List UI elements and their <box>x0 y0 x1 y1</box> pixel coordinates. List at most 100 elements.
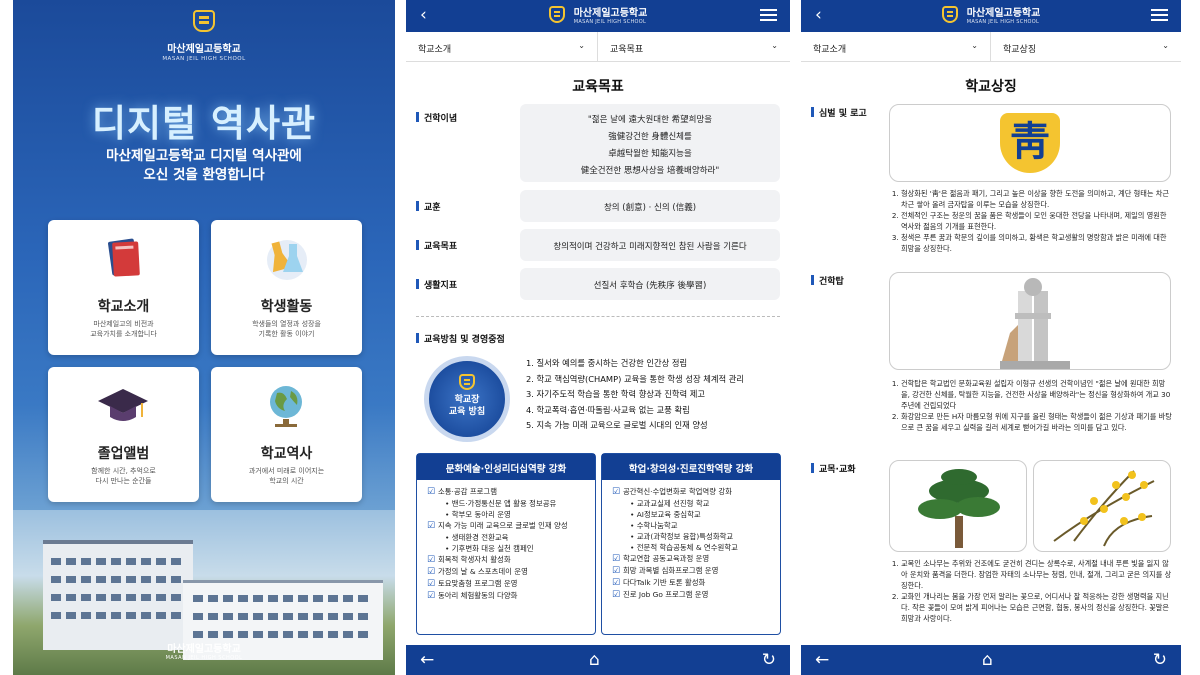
life-box: 선질서 후학습 (先秩序 後學習) <box>520 268 780 300</box>
header-logo: 마산제일고등학교 MASAN JEIL HIGH SCHOOL <box>406 4 790 25</box>
refresh-icon[interactable]: ↻ <box>1153 650 1167 670</box>
policy-emblem-text: 교육 방침 <box>448 407 486 417</box>
book-icon <box>108 238 140 277</box>
section-label: 건학이념 <box>416 111 457 124</box>
chevron-down-icon: ⌄ <box>971 41 978 50</box>
crest-icon <box>459 374 475 390</box>
description-item: 교목인 소나무는 추위와 건조에도 굳건히 견디는 상록수로, 사계절 내내 푸… <box>901 558 1173 591</box>
program-item: 다다Talk 기반 토론 활성화 <box>612 577 780 589</box>
header-logo: 마산제일고등학교 MASAN JEIL HIGH SCHOOL <box>801 4 1181 25</box>
program-list: 공간혁신·수업변화로 학업역량 강화교과교실제 선진형 학교AI정보교육 중심학… <box>602 480 780 601</box>
policy-list: 1. 질서와 예의를 중시하는 건강한 인간상 정립 2. 학교 핵심역량(CH… <box>526 356 744 434</box>
select-value: 교육목표 <box>610 45 644 55</box>
forsythia-image <box>1033 460 1171 552</box>
section-label: 건학탑 <box>811 274 844 287</box>
graduation-cap-icon <box>98 389 148 421</box>
card-student-activity[interactable]: 학생활동 학생들의 열정과 성장을 기록한 활동 이야기 <box>211 220 362 355</box>
program-sub-item: 학부모 동아리 운영 <box>427 509 595 520</box>
philosophy-line: 健全건전한 思想사상을 培養배양하라" <box>580 166 720 176</box>
policy-item: 2. 학교 핵심역량(CHAMP) 교육을 통한 학생 성장 체계적 관리 <box>526 373 745 384</box>
footer-logo: 마산제일고등학교 MASAN JEIL HIGH SCHOOL <box>13 640 395 661</box>
card-title: 졸업앨범 <box>97 446 150 462</box>
card-desc: 과거에서 미래로 이어지는 학교의 시간 <box>248 467 325 485</box>
program-item: 학교연합 공동교육과정 운영 <box>612 553 780 565</box>
header-school-name-en: MASAN JEIL HIGH SCHOOL <box>573 19 647 25</box>
section-label: 교목·교화 <box>811 462 856 475</box>
policy-emblem: 학교장 교육 방침 <box>424 356 510 442</box>
policy-item: 3. 자기주도적 학습을 통한 학력 향상과 진학력 제고 <box>526 389 706 399</box>
card-desc: 마산제일고의 비전과 교육가치를 소개합니다 <box>90 320 157 338</box>
menu-icon[interactable] <box>1151 9 1168 11</box>
select-value: 학교소개 <box>418 45 452 55</box>
subpage-select[interactable]: 학교상징 ⌄ <box>991 32 1181 62</box>
welcome-text: 마산제일고등학교 디지털 역사관에 오신 것을 환영합니다 <box>13 147 395 185</box>
page-title: 교육목표 <box>572 79 624 95</box>
program-item: 가정의 날 & 스포츠데이 운영 <box>427 566 595 578</box>
program-sub-item: 수학나눔학교 <box>612 520 780 531</box>
school-logo: 마산제일고등학교 MASAN JEIL HIGH SCHOOL <box>13 10 395 62</box>
crest-icon <box>548 6 565 23</box>
bottom-nav: ← ⌂ ↻ <box>801 645 1181 675</box>
subpage-select[interactable]: 교육목표 ⌄ <box>598 32 790 62</box>
culture-program-box: 문화예술·인성리더십역량 강화 소통·공감 프로그램밴드·가정통신문 앱 활용 … <box>416 453 596 635</box>
program-item: 지속 가능 미래 교육으로 글로벌 인재 양성 <box>427 520 595 532</box>
card-title: 학교소개 <box>97 299 150 315</box>
bottom-nav: ← ⌂ ↻ <box>406 645 790 675</box>
philosophy-line: 卓越탁월한 知能지능을 <box>608 149 692 159</box>
header-school-name: 마산제일고등학교 <box>573 8 648 19</box>
welcome-line: 마산제일고등학교 디지털 역사관에 <box>106 148 302 164</box>
program-item: 소통·공감 프로그램 <box>427 486 595 498</box>
program-item: 동아리 체험활동의 다양화 <box>427 590 595 602</box>
card-school-history[interactable]: 학교역사 과거에서 미래로 이어지는 학교의 시간 <box>211 367 362 502</box>
program-item: 진로 Job Go 프로그램 운영 <box>612 589 780 601</box>
program-sub-item: AI정보교육 중심학교 <box>612 509 780 520</box>
card-title: 학생활동 <box>260 299 313 315</box>
crest-icon <box>941 6 958 23</box>
box-title: 학업·창의성·진로진학역량 강화 <box>602 454 780 480</box>
program-sub-item: 전문적 학습공동체 & 연수원학교 <box>612 542 780 553</box>
pine-tree-illustration <box>918 469 1000 548</box>
header-school-name: 마산제일고등학교 <box>966 8 1041 19</box>
pine-tree-image <box>889 460 1027 552</box>
program-item: 토요맞춤형 프로그램 운영 <box>427 578 595 590</box>
program-sub-item: 교과(과학정보 융합)특성화학교 <box>612 531 780 542</box>
program-list: 소통·공감 프로그램밴드·가정통신문 앱 활용 정보공유학부모 동아리 운영지속… <box>417 480 595 602</box>
home-icon[interactable]: ⌂ <box>589 650 600 670</box>
description-item: 청색은 푸른 꿈과 학문의 깊이를 의미하고, 황색은 학교생활의 명랑함과 밝… <box>901 232 1173 254</box>
program-sub-item: 밴드·가정통신문 앱 활용 정보공유 <box>427 498 595 509</box>
emblem-image: 靑 <box>889 104 1171 182</box>
tower-illustration <box>1000 278 1070 369</box>
tower-image <box>889 272 1171 370</box>
back-icon[interactable]: ← <box>420 650 434 670</box>
card-school-intro[interactable]: 학교소개 마산제일고의 비전과 교육가치를 소개합니다 <box>48 220 199 355</box>
intro-screen: 마산제일고등학교 MASAN JEIL HIGH SCHOOL 디지털 역사관 … <box>13 0 395 675</box>
school-building <box>43 540 193 650</box>
page-title: 디지털 역사관 <box>91 102 317 145</box>
category-select[interactable]: 학교소개 ⌄ <box>406 32 598 62</box>
section-label: 심벌 및 로고 <box>811 106 867 119</box>
card-desc: 학생들의 열정과 성장을 기록한 활동 이야기 <box>252 320 321 338</box>
page-title: 학교상징 <box>965 79 1017 95</box>
header-school-name-en: MASAN JEIL HIGH SCHOOL <box>966 19 1040 25</box>
menu-icon[interactable] <box>760 9 777 11</box>
goals-screen: ‹ 마산제일고등학교 MASAN JEIL HIGH SCHOOL 학교소개 ⌄ … <box>406 0 790 675</box>
philosophy-line: "젊은 날에 遠大원대한 希望희망을 <box>587 115 713 125</box>
school-name-en: MASAN JEIL HIGH SCHOOL <box>162 56 246 62</box>
philosophy-line: 強健강건한 身體신체를 <box>608 132 692 142</box>
divider <box>416 316 780 317</box>
policy-item: 1. 질서와 예의를 중시하는 건강한 인간상 정립 <box>526 358 688 368</box>
refresh-icon[interactable]: ↻ <box>762 650 776 670</box>
home-icon[interactable]: ⌂ <box>982 650 993 670</box>
goal-box: 창의적이며 건강하고 미래지향적인 참된 사람을 기른다 <box>520 229 780 261</box>
program-item: 회복적 학생자치 활성화 <box>427 554 595 566</box>
flask-icon <box>267 240 307 280</box>
chevron-down-icon: ⌄ <box>771 41 778 50</box>
card-desc: 함께한 시간, 추억으로 다시 만나는 순간들 <box>91 467 156 485</box>
welcome-line: 오신 것을 환영합니다 <box>143 167 265 183</box>
program-item: 희망 과목별 심화프로그램 운영 <box>612 565 780 577</box>
back-icon[interactable]: ← <box>815 650 829 670</box>
chevron-down-icon: ⌄ <box>578 41 585 50</box>
category-select[interactable]: 학교소개 ⌄ <box>801 32 991 62</box>
program-sub-item: 기후변화 대응 실천 캠페인 <box>427 543 595 554</box>
card-graduation-album[interactable]: 졸업앨범 함께한 시간, 추억으로 다시 만나는 순간들 <box>48 367 199 502</box>
